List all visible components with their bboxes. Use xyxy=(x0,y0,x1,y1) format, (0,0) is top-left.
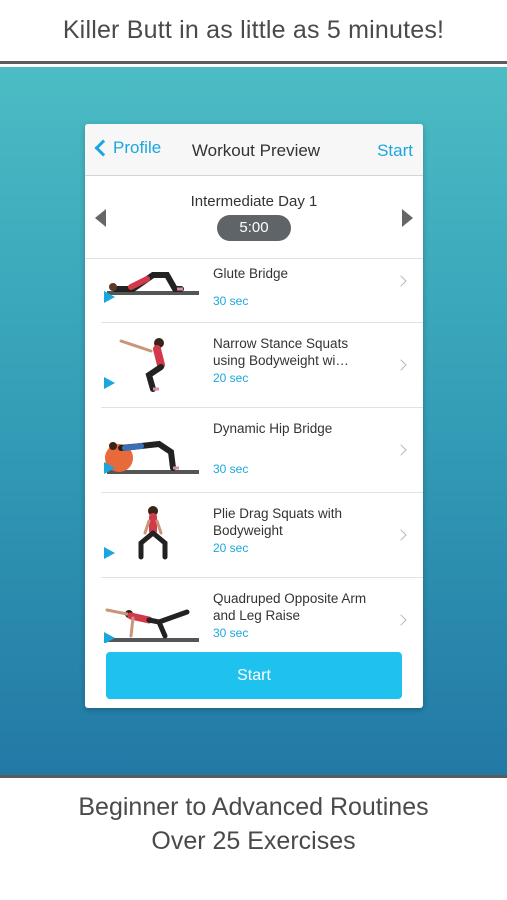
play-icon[interactable] xyxy=(104,377,115,389)
exercise-name: Plie Drag Squats with Bodyweight xyxy=(213,506,343,538)
bottom-banner-line2: Over 25 Exercises xyxy=(151,827,356,855)
chevron-right-icon xyxy=(395,275,407,287)
plie-squat-thumbnail xyxy=(138,506,168,560)
chevron-right-icon xyxy=(395,444,407,456)
play-icon[interactable] xyxy=(104,632,115,643)
list-item[interactable]: Glute Bridge 30 sec xyxy=(85,259,423,323)
day-selector: Intermediate Day 1 5:00 xyxy=(85,177,423,259)
next-day-arrow-icon[interactable] xyxy=(402,209,413,227)
exercise-name: Quadruped Opposite Arm and Leg Raise xyxy=(213,591,367,623)
chevron-right-icon xyxy=(395,529,407,541)
exercise-duration: 30 sec xyxy=(213,626,249,640)
chevron-right-icon xyxy=(395,614,407,626)
exercise-duration: 20 sec xyxy=(213,371,249,385)
top-banner-text: Killer Butt in as little as 5 minutes! xyxy=(62,16,445,44)
exercise-name: Dynamic Hip Bridge xyxy=(213,421,333,436)
list-item[interactable]: Dynamic Hip Bridge 30 sec xyxy=(85,408,423,493)
bottom-banner-line1: Beginner to Advanced Routines xyxy=(78,793,429,821)
nav-start-button[interactable]: Start xyxy=(377,141,413,161)
glute-bridge-thumbnail xyxy=(107,272,199,295)
day-title: Intermediate Day 1 xyxy=(190,193,318,210)
exercise-duration: 30 sec xyxy=(213,462,249,476)
top-banner: Killer Butt in as little as 5 minutes! xyxy=(0,0,507,64)
exercise-name: Narrow Stance Squats using Bodyweight wi… xyxy=(213,336,349,368)
list-item[interactable]: Plie Drag Squats with Bodyweight 20 sec xyxy=(85,493,423,578)
hip-bridge-thumbnail xyxy=(105,440,199,474)
exercise-duration: 20 sec xyxy=(213,541,249,555)
start-workout-button[interactable]: Start xyxy=(106,652,402,699)
navigation-bar: Profile Workout Preview Start xyxy=(85,124,423,176)
play-icon[interactable] xyxy=(104,547,115,559)
duration-badge: 5:00 xyxy=(217,215,291,241)
list-item[interactable]: Narrow Stance Squats using Bodyweight wi… xyxy=(85,323,423,408)
chevron-right-icon xyxy=(395,359,407,371)
exercise-name: Glute Bridge xyxy=(213,266,289,281)
bottom-banner: Beginner to Advanced Routines Over 25 Ex… xyxy=(0,775,507,900)
exercise-list: Glute Bridge 30 sec Narrow Stance Squats… xyxy=(85,259,423,643)
page-title: Workout Preview xyxy=(191,141,321,160)
exercise-duration: 30 sec xyxy=(213,294,249,308)
list-item[interactable]: Quadruped Opposite Arm and Leg Raise 30 … xyxy=(85,578,423,643)
play-icon[interactable] xyxy=(104,291,115,303)
quadruped-thumbnail xyxy=(105,608,199,642)
previous-day-arrow-icon[interactable] xyxy=(95,209,106,227)
phone-screen: Profile Workout Preview Start Intermedia… xyxy=(85,124,423,708)
squat-thumbnail xyxy=(119,338,165,392)
play-icon[interactable] xyxy=(104,462,115,474)
